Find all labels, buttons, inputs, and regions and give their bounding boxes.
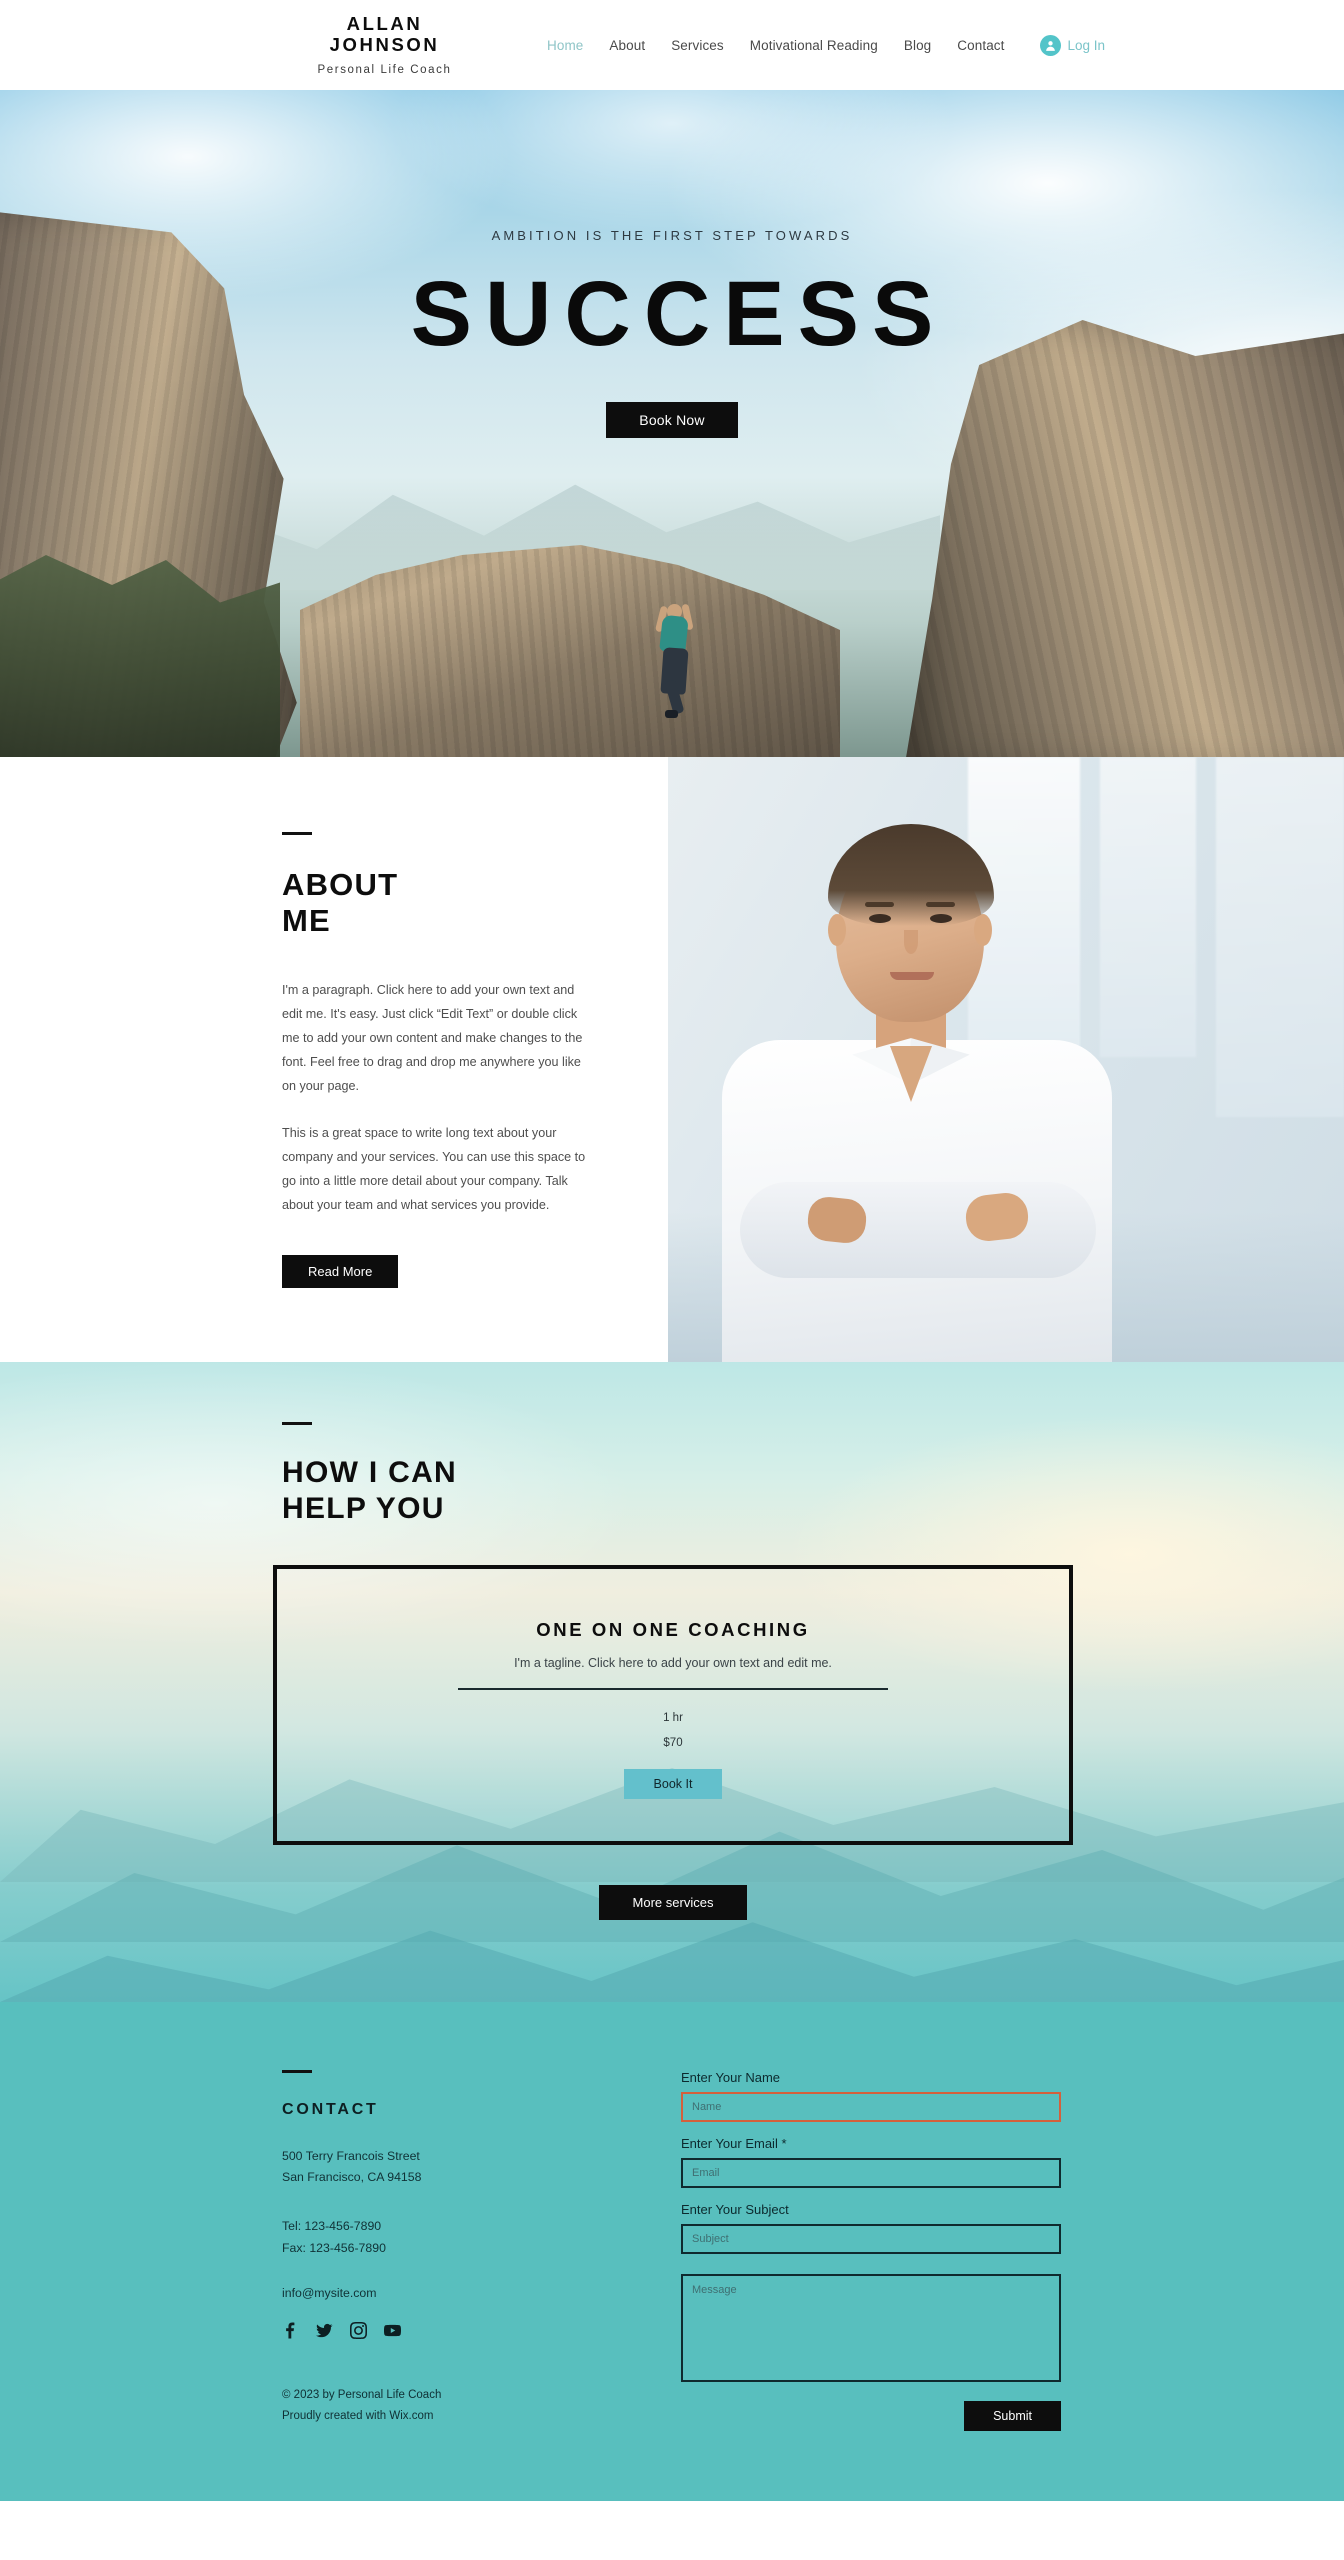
service-card-tagline: I'm a tagline. Click here to add your ow… [514,1655,832,1670]
about-rule-divider [282,832,312,835]
about-heading: ABOUT ME [282,867,668,940]
login-label: Log In [1067,37,1106,53]
youtube-icon[interactable] [384,2322,401,2339]
site-header: ALLAN JOHNSON Personal Life Coach Home A… [0,0,1344,90]
services-section: HOW I CAN HELP YOU ONE ON ONE COACHING I… [0,1362,1344,2002]
book-now-button[interactable]: Book Now [606,402,738,438]
brand-subtitle: Personal Life Coach [317,63,452,76]
footer-tel: Tel: 123-456-7890 [282,2219,382,2234]
nav-item-services[interactable]: Services [658,38,737,53]
facebook-icon[interactable] [282,2322,299,2339]
submit-button[interactable]: Submit [964,2401,1061,2431]
about-portrait-image [668,757,1344,1362]
hero-content: AMBITION IS THE FIRST STEP TOWARDS SUCCE… [0,90,1344,438]
brand-logo[interactable]: ALLAN JOHNSON Personal Life Coach [292,14,477,76]
services-heading: HOW I CAN HELP YOU [282,1455,1344,1527]
footer-address: 500 Terry Francois Street San Francisco,… [282,2146,672,2190]
nav-item-blog[interactable]: Blog [891,38,944,53]
footer-contact-section: CONTACT 500 Terry Francois Street San Fr… [0,2002,1344,2501]
hero-title: SUCCESS [410,263,947,365]
twitter-icon[interactable] [316,2322,333,2339]
more-services-wrapper: More services [273,1884,1073,1920]
hero-section: AMBITION IS THE FIRST STEP TOWARDS SUCCE… [0,90,1344,757]
main-navigation: Home About Services Motivational Reading… [534,38,1018,53]
address-line-1: 500 Terry Francois Street [282,2148,420,2163]
subject-input[interactable] [681,2224,1061,2254]
footer-contact-column: CONTACT 500 Terry Francois Street San Fr… [282,2070,672,2431]
message-textarea[interactable] [681,2274,1061,2382]
nav-item-contact[interactable]: Contact [944,38,1017,53]
read-more-button[interactable]: Read More [282,1255,399,1289]
nav-item-about[interactable]: About [596,38,658,53]
instagram-icon[interactable] [350,2322,367,2339]
submit-wrapper: Submit [681,2401,1061,2431]
brand-name: ALLAN JOHNSON [329,13,440,55]
about-text-column: ABOUT ME I'm a paragraph. Click here to … [0,757,668,1362]
service-card-divider [458,1687,888,1690]
footer-fax: Fax: 123-456-7890 [282,2241,386,2256]
footer-email[interactable]: info@mysite.com [282,2286,672,2300]
user-avatar-icon [1039,34,1061,56]
hero-climber-figure [654,600,701,730]
footer-heading: CONTACT [282,2100,379,2118]
services-content: HOW I CAN HELP YOU ONE ON ONE COACHING I… [0,1362,1344,1920]
coach-portrait [704,802,1134,1362]
more-services-button[interactable]: More services [598,1884,748,1920]
services-rule-divider [282,1422,312,1425]
email-input[interactable] [681,2158,1061,2188]
social-links [282,2322,672,2339]
subject-field-label: Enter Your Subject [681,2202,789,2217]
copyright-line-1: © 2023 by Personal Life Coach [282,2389,442,2401]
book-it-button[interactable]: Book It [623,1769,723,1799]
footer-phone-block: Tel: 123-456-7890 Fax: 123-456-7890 [282,2216,672,2260]
about-section: ABOUT ME I'm a paragraph. Click here to … [0,757,1344,1362]
nav-item-motivational-reading[interactable]: Motivational Reading [737,38,891,53]
footer-rule-divider [282,2070,312,2073]
services-heading-line1: HOW I CAN [282,1455,458,1489]
nav-item-home[interactable]: Home [534,38,596,53]
copyright-line-2: Proudly created with Wix.com [282,2409,434,2422]
service-card-duration: 1 hr [663,1712,683,1724]
about-heading-line2: ME [282,903,331,939]
name-field-label: Enter Your Name [681,2070,781,2085]
about-paragraph-1: I'm a paragraph. Click here to add your … [282,982,583,1094]
hero-eyebrow: AMBITION IS THE FIRST STEP TOWARDS [491,228,853,243]
about-heading-line1: ABOUT [282,866,399,902]
about-paragraph-2: This is a great space to write long text… [282,1125,586,1213]
contact-form: Enter Your Name Enter Your Email * Enter… [681,2070,1061,2431]
service-card-title: ONE ON ONE COACHING [536,1618,810,1640]
service-card-price: $70 [663,1737,683,1749]
service-card-one-on-one-coaching[interactable]: ONE ON ONE COACHING I'm a tagline. Click… [273,1564,1073,1845]
login-button[interactable]: Log In [1039,34,1106,56]
address-line-2: San Francisco, CA 94158 [282,2170,422,2185]
services-heading-line2: HELP YOU [282,1491,445,1525]
email-field-label: Enter Your Email * [681,2136,787,2151]
name-input[interactable] [681,2092,1061,2122]
footer-copyright: © 2023 by Personal Life Coach Proudly cr… [282,2385,672,2426]
